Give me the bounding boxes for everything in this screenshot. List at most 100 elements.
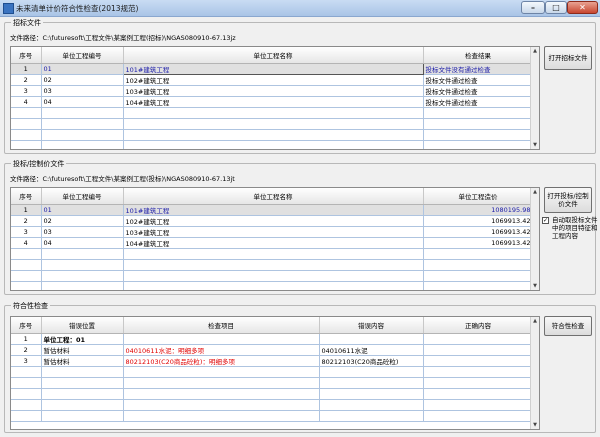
table-row[interactable]: 3 暂估材料 80212103(C20商品砼粒)：明细多项 80212103(C… [11,355,534,367]
table-row[interactable]: 1 01 101#建筑工程 1080195.98 [11,204,534,216]
scroll-down-icon[interactable]: ▼ [531,421,539,429]
table-row[interactable]: 2 02 102#建筑工程 1069913.42 [11,215,534,227]
column-header[interactable]: 序号 [11,47,42,64]
table-cell: 1 [11,333,42,345]
tender-file-table[interactable]: 序号 单位工程编号 单位工程名称 单位工程造价 1 01 101#建筑工程 10… [10,187,540,291]
maximize-icon: □ [552,3,560,12]
scroll-up-icon[interactable]: ▲ [531,188,539,196]
table-row[interactable]: 1 01 101#建筑工程 投标文件没有通过检查 [11,62,534,75]
table-cell: 102#建筑工程 [123,215,424,227]
bid-file-path-value: C:\futuresoft\工程文件\某案例工程(招标)\NGAS080910-… [42,34,236,42]
column-header[interactable]: 序号 [11,188,42,205]
maximize-button[interactable]: □ [545,1,567,14]
open-bid-file-button[interactable]: 打开招标文件 [544,46,592,70]
table-cell: 2 [11,74,42,86]
title-bar: 未来清单计价符合性检查(2013规范) – □ ✕ [0,0,600,17]
table-row[interactable]: 4 04 104#建筑工程 1069913.42 [11,237,534,249]
auto-fetch-checkbox-label[interactable]: 自动取投标文件中的项目特征和工程内容 [552,216,598,240]
table-cell: 101#建筑工程 [123,204,424,216]
bid-file-path: 文件路径：C:\futuresoft\工程文件\某案例工程(招标)\NGAS08… [10,32,236,42]
column-header[interactable]: 单位工程名称 [123,188,424,205]
table-cell: 投标文件通过检查 [423,74,534,86]
scroll-up-icon[interactable]: ▲ [531,47,539,55]
scroll-up-icon[interactable]: ▲ [531,317,539,325]
column-header[interactable]: 错误位置 [41,317,124,334]
table-cell: 80212103(C20商品砼粒)：明细多项 [123,355,320,367]
table-cell: 04010611水泥 [319,344,424,356]
table-cell: 单位工程：01 [41,333,124,345]
table-cell: 04 [41,237,124,249]
vertical-scrollbar[interactable]: ▲ ▼ [530,188,539,290]
table-cell: 04010611水泥：明细多项 [123,344,320,356]
table-row[interactable]: 2 02 102#建筑工程 投标文件通过检查 [11,74,534,86]
table-row[interactable]: 2 暂估材料 04010611水泥：明细多项 04010611水泥 [11,344,534,356]
tender-file-path: 文件路径：C:\futuresoft\工程文件\某案例工程(投标)\NGAS08… [10,173,235,183]
table-row[interactable]: 4 04 104#建筑工程 投标文件通过检查 [11,96,534,108]
table-cell: 投标文件通过检查 [423,85,534,97]
table-cell: 1069913.42 [423,215,534,227]
table-cell: 暂估材料 [41,355,124,367]
compliance-table[interactable]: 序号 错误位置 检查项目 错误内容 正确内容 1 单位工程：01 2 暂估材料 … [10,316,540,430]
table-cell: 投标文件没有通过检查 [423,63,534,75]
tender-file-path-label: 文件路径： [10,175,43,183]
compliance-group-title: 符合性检查 [11,301,50,311]
table-cell: 03 [41,85,124,97]
table-cell: 2 [11,344,42,356]
tender-file-group-title: 投标/控制价文件 [11,159,67,169]
scroll-down-icon[interactable]: ▼ [531,141,539,149]
table-cell: 102#建筑工程 [123,74,424,86]
table-cell: 3 [11,226,42,238]
bid-file-group-title: 招标文件 [11,18,43,28]
table-cell [319,333,424,345]
table-cell [423,344,534,356]
table-cell: 04 [41,96,124,108]
table-cell: 103#建筑工程 [123,85,424,97]
bid-file-table[interactable]: 序号 单位工程编号 单位工程名称 检查结果 1 01 101#建筑工程 投标文件… [10,46,540,150]
column-header[interactable]: 正确内容 [423,317,534,334]
table-cell: 01 [41,63,124,75]
table-cell: 1069913.42 [423,226,534,238]
table-cell: 4 [11,96,42,108]
table-cell [423,355,534,367]
auto-fetch-checkbox[interactable]: ✓ [542,217,549,224]
scroll-down-icon[interactable]: ▼ [531,282,539,290]
close-button[interactable]: ✕ [567,1,598,14]
column-header[interactable]: 单位工程造价 [423,188,534,205]
column-header[interactable]: 序号 [11,317,42,334]
table-cell: 80212103(C20商品砼粒) [319,355,424,367]
table-cell: 104#建筑工程 [123,237,424,249]
table-cell [423,333,534,345]
column-header[interactable]: 检查项目 [123,317,320,334]
compliance-check-button[interactable]: 符合性检查 [544,316,592,336]
table-cell: 1 [11,204,42,216]
table-cell: 投标文件通过检查 [423,96,534,108]
column-header[interactable]: 单位工程名称 [123,47,424,64]
column-header[interactable]: 单位工程编号 [41,47,124,64]
vertical-scrollbar[interactable]: ▲ ▼ [530,317,539,429]
minimize-button[interactable]: – [521,1,545,14]
bid-file-path-label: 文件路径： [10,34,43,42]
table-cell: 2 [11,215,42,227]
column-header[interactable]: 单位工程编号 [41,188,124,205]
window-title: 未来清单计价符合性检查(2013规范) [16,4,139,13]
table-cell: 3 [11,85,42,97]
table-cell: 02 [41,215,124,227]
table-cell: 101#建筑工程 [122,62,424,75]
table-cell: 4 [11,237,42,249]
tender-file-path-value: C:\futuresoft\工程文件\某案例工程(投标)\NGAS080910-… [42,175,235,183]
table-cell: 1069913.42 [423,237,534,249]
table-cell: 02 [41,74,124,86]
table-cell: 104#建筑工程 [123,96,424,108]
table-row[interactable]: 3 03 103#建筑工程 1069913.42 [11,226,534,238]
minimize-icon: – [531,3,535,12]
table-cell: 1 [11,63,42,75]
table-cell: 1080195.98 [423,204,534,216]
column-header[interactable]: 检查结果 [423,47,534,64]
table-cell: 3 [11,355,42,367]
vertical-scrollbar[interactable]: ▲ ▼ [530,47,539,149]
open-tender-file-button[interactable]: 打开投标/控制价文件 [544,187,592,213]
column-header[interactable]: 错误内容 [319,317,424,334]
table-cell: 03 [41,226,124,238]
table-row[interactable]: 3 03 103#建筑工程 投标文件通过检查 [11,85,534,97]
table-row[interactable]: 1 单位工程：01 [11,333,534,345]
